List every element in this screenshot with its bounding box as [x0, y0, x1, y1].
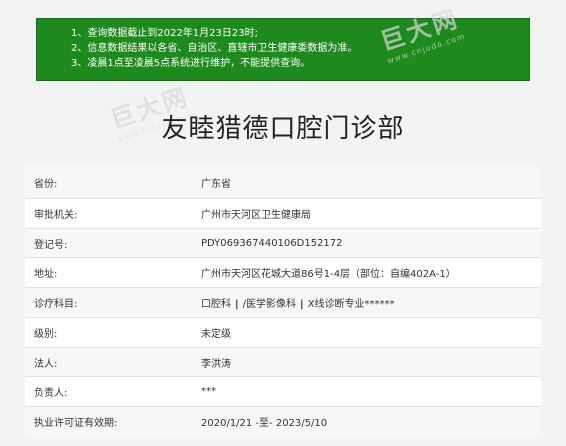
row-value: 广东省 [201, 178, 231, 190]
row-value: 未定级 [201, 329, 231, 340]
notice-line: 1、查询数据截止到2022年1月23日23时; [71, 28, 258, 39]
notice-line: 3、凌晨1点至凌晨5点系统进行维护，不能提供查询。 [71, 58, 311, 69]
row-label: 执业许可证有效期: [34, 418, 118, 429]
table-row: 地址: 广州市天河区花城大道86号1-4层（部位：自编402A-1） [25, 257, 541, 287]
row-label: 诊疗科目: [34, 299, 78, 310]
row-label: 地址: [34, 269, 58, 280]
row-label: 登记号: [34, 239, 68, 251]
table-row: 登记号: PDY069367440106D152172 [25, 228, 541, 257]
row-label: 法人: [34, 358, 58, 370]
row-value: 李洪涛 [201, 358, 231, 370]
notice-box: 1、查询数据截止到2022年1月23日23时; 2、信息数据结果以各省、自治区、… [36, 18, 530, 81]
table-row: 省份: 广东省 [25, 166, 541, 198]
department-item: 口腔科 [201, 299, 231, 310]
table-row: 级别: 未定级 [25, 317, 541, 347]
row-label: 省份: [34, 178, 58, 190]
row-label: 审批机关: [34, 210, 78, 221]
table-row: 审批机关: 广州市天河区卫生健康局 [25, 198, 541, 228]
row-value: 2020/1/21 -至- 2023/5/10 [201, 418, 328, 429]
row-value: 口腔科 |/医学影像科 | X线诊断专业****** [201, 295, 541, 310]
department-item: X线诊断专业****** [307, 299, 395, 310]
info-table: 省份: 广东省 审批机关: 广州市天河区卫生健康局 登记号: PDY069367… [25, 166, 541, 436]
separator: | [235, 299, 239, 310]
row-value: 广州市天河区花城大道86号1-4层（部位：自编402A-1） [201, 269, 456, 280]
row-value: PDY069367440106D152172 [201, 237, 343, 249]
table-row: 负责人: *** [25, 376, 541, 406]
notice-line: 2、信息数据结果以各省、自治区、直辖市卫生健康委数据为准。 [71, 43, 358, 54]
table-row: 执业许可证有效期: 2020/1/21 -至- 2023/5/10 [25, 406, 541, 436]
row-value: 广州市天河区卫生健康局 [201, 210, 311, 221]
row-label: 级别: [34, 329, 58, 340]
table-row: 法人: 李洪涛 [25, 347, 541, 376]
separator: | [300, 299, 304, 310]
row-value: *** [201, 386, 216, 397]
table-row: 诊疗科目: 口腔科 |/医学影像科 | X线诊断专业****** [25, 287, 541, 317]
page-title: 友睦猎德口腔门诊部 [161, 114, 405, 144]
department-item: /医学影像科 [242, 299, 297, 310]
row-label: 负责人: [34, 388, 68, 399]
